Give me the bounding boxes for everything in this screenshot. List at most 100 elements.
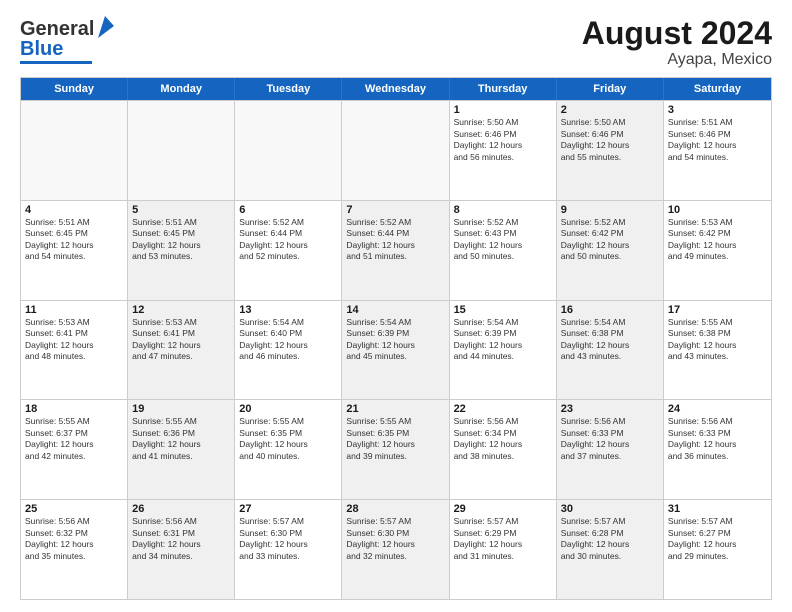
- calendar-row-0: 1Sunrise: 5:50 AM Sunset: 6:46 PM Daylig…: [21, 100, 771, 200]
- calendar-cell-empty-0-1: [128, 101, 235, 200]
- header: General Blue August 2024 Ayapa, Mexico: [20, 16, 772, 69]
- day-number: 2: [561, 104, 659, 116]
- header-cell-monday: Monday: [128, 78, 235, 100]
- calendar-cell-5: 5Sunrise: 5:51 AM Sunset: 6:45 PM Daylig…: [128, 201, 235, 300]
- calendar-cell-13: 13Sunrise: 5:54 AM Sunset: 6:40 PM Dayli…: [235, 301, 342, 400]
- day-info: Sunrise: 5:52 AM Sunset: 6:43 PM Dayligh…: [454, 217, 552, 263]
- day-number: 7: [346, 204, 444, 216]
- day-info: Sunrise: 5:57 AM Sunset: 6:29 PM Dayligh…: [454, 516, 552, 562]
- day-info: Sunrise: 5:57 AM Sunset: 6:30 PM Dayligh…: [239, 516, 337, 562]
- day-number: 31: [668, 503, 767, 515]
- day-info: Sunrise: 5:56 AM Sunset: 6:31 PM Dayligh…: [132, 516, 230, 562]
- calendar: SundayMondayTuesdayWednesdayThursdayFrid…: [20, 77, 772, 600]
- header-cell-thursday: Thursday: [450, 78, 557, 100]
- day-number: 14: [346, 304, 444, 316]
- calendar-cell-17: 17Sunrise: 5:55 AM Sunset: 6:38 PM Dayli…: [664, 301, 771, 400]
- calendar-cell-21: 21Sunrise: 5:55 AM Sunset: 6:35 PM Dayli…: [342, 400, 449, 499]
- calendar-header: SundayMondayTuesdayWednesdayThursdayFrid…: [21, 78, 771, 100]
- day-number: 3: [668, 104, 767, 116]
- day-info: Sunrise: 5:53 AM Sunset: 6:41 PM Dayligh…: [132, 317, 230, 363]
- logo-blue: Blue: [20, 39, 63, 59]
- day-info: Sunrise: 5:52 AM Sunset: 6:44 PM Dayligh…: [239, 217, 337, 263]
- logo: General Blue: [20, 16, 114, 64]
- calendar-cell-26: 26Sunrise: 5:56 AM Sunset: 6:31 PM Dayli…: [128, 500, 235, 599]
- day-info: Sunrise: 5:54 AM Sunset: 6:40 PM Dayligh…: [239, 317, 337, 363]
- day-number: 12: [132, 304, 230, 316]
- day-info: Sunrise: 5:50 AM Sunset: 6:46 PM Dayligh…: [561, 117, 659, 163]
- day-number: 22: [454, 403, 552, 415]
- day-number: 21: [346, 403, 444, 415]
- calendar-cell-2: 2Sunrise: 5:50 AM Sunset: 6:46 PM Daylig…: [557, 101, 664, 200]
- header-cell-wednesday: Wednesday: [342, 78, 449, 100]
- day-number: 4: [25, 204, 123, 216]
- day-number: 16: [561, 304, 659, 316]
- day-info: Sunrise: 5:55 AM Sunset: 6:35 PM Dayligh…: [346, 416, 444, 462]
- calendar-cell-1: 1Sunrise: 5:50 AM Sunset: 6:46 PM Daylig…: [450, 101, 557, 200]
- day-number: 6: [239, 204, 337, 216]
- calendar-cell-empty-0-0: [21, 101, 128, 200]
- day-info: Sunrise: 5:56 AM Sunset: 6:32 PM Dayligh…: [25, 516, 123, 562]
- calendar-cell-10: 10Sunrise: 5:53 AM Sunset: 6:42 PM Dayli…: [664, 201, 771, 300]
- day-info: Sunrise: 5:54 AM Sunset: 6:38 PM Dayligh…: [561, 317, 659, 363]
- day-number: 25: [25, 503, 123, 515]
- day-info: Sunrise: 5:51 AM Sunset: 6:45 PM Dayligh…: [132, 217, 230, 263]
- calendar-cell-27: 27Sunrise: 5:57 AM Sunset: 6:30 PM Dayli…: [235, 500, 342, 599]
- header-cell-sunday: Sunday: [21, 78, 128, 100]
- day-info: Sunrise: 5:57 AM Sunset: 6:27 PM Dayligh…: [668, 516, 767, 562]
- day-info: Sunrise: 5:56 AM Sunset: 6:33 PM Dayligh…: [668, 416, 767, 462]
- calendar-row-2: 11Sunrise: 5:53 AM Sunset: 6:41 PM Dayli…: [21, 300, 771, 400]
- calendar-cell-31: 31Sunrise: 5:57 AM Sunset: 6:27 PM Dayli…: [664, 500, 771, 599]
- day-info: Sunrise: 5:50 AM Sunset: 6:46 PM Dayligh…: [454, 117, 552, 163]
- day-number: 8: [454, 204, 552, 216]
- calendar-cell-22: 22Sunrise: 5:56 AM Sunset: 6:34 PM Dayli…: [450, 400, 557, 499]
- calendar-cell-9: 9Sunrise: 5:52 AM Sunset: 6:42 PM Daylig…: [557, 201, 664, 300]
- calendar-subtitle: Ayapa, Mexico: [582, 51, 772, 69]
- calendar-cell-16: 16Sunrise: 5:54 AM Sunset: 6:38 PM Dayli…: [557, 301, 664, 400]
- calendar-cell-15: 15Sunrise: 5:54 AM Sunset: 6:39 PM Dayli…: [450, 301, 557, 400]
- day-number: 30: [561, 503, 659, 515]
- day-number: 10: [668, 204, 767, 216]
- day-info: Sunrise: 5:54 AM Sunset: 6:39 PM Dayligh…: [454, 317, 552, 363]
- calendar-cell-19: 19Sunrise: 5:55 AM Sunset: 6:36 PM Dayli…: [128, 400, 235, 499]
- page: General Blue August 2024 Ayapa, Mexico S…: [0, 0, 792, 612]
- day-info: Sunrise: 5:53 AM Sunset: 6:42 PM Dayligh…: [668, 217, 767, 263]
- day-info: Sunrise: 5:55 AM Sunset: 6:38 PM Dayligh…: [668, 317, 767, 363]
- day-info: Sunrise: 5:56 AM Sunset: 6:33 PM Dayligh…: [561, 416, 659, 462]
- day-number: 19: [132, 403, 230, 415]
- day-info: Sunrise: 5:51 AM Sunset: 6:45 PM Dayligh…: [25, 217, 123, 263]
- calendar-cell-12: 12Sunrise: 5:53 AM Sunset: 6:41 PM Dayli…: [128, 301, 235, 400]
- calendar-row-1: 4Sunrise: 5:51 AM Sunset: 6:45 PM Daylig…: [21, 200, 771, 300]
- day-number: 9: [561, 204, 659, 216]
- calendar-cell-7: 7Sunrise: 5:52 AM Sunset: 6:44 PM Daylig…: [342, 201, 449, 300]
- calendar-cell-29: 29Sunrise: 5:57 AM Sunset: 6:29 PM Dayli…: [450, 500, 557, 599]
- header-cell-friday: Friday: [557, 78, 664, 100]
- calendar-cell-empty-0-2: [235, 101, 342, 200]
- day-info: Sunrise: 5:56 AM Sunset: 6:34 PM Dayligh…: [454, 416, 552, 462]
- header-cell-saturday: Saturday: [664, 78, 771, 100]
- day-info: Sunrise: 5:53 AM Sunset: 6:41 PM Dayligh…: [25, 317, 123, 363]
- day-info: Sunrise: 5:55 AM Sunset: 6:35 PM Dayligh…: [239, 416, 337, 462]
- title-block: August 2024 Ayapa, Mexico: [582, 16, 772, 69]
- day-info: Sunrise: 5:51 AM Sunset: 6:46 PM Dayligh…: [668, 117, 767, 163]
- calendar-row-3: 18Sunrise: 5:55 AM Sunset: 6:37 PM Dayli…: [21, 399, 771, 499]
- calendar-cell-11: 11Sunrise: 5:53 AM Sunset: 6:41 PM Dayli…: [21, 301, 128, 400]
- day-number: 20: [239, 403, 337, 415]
- day-number: 27: [239, 503, 337, 515]
- calendar-cell-23: 23Sunrise: 5:56 AM Sunset: 6:33 PM Dayli…: [557, 400, 664, 499]
- day-info: Sunrise: 5:52 AM Sunset: 6:44 PM Dayligh…: [346, 217, 444, 263]
- calendar-row-4: 25Sunrise: 5:56 AM Sunset: 6:32 PM Dayli…: [21, 499, 771, 599]
- day-number: 11: [25, 304, 123, 316]
- calendar-cell-20: 20Sunrise: 5:55 AM Sunset: 6:35 PM Dayli…: [235, 400, 342, 499]
- day-info: Sunrise: 5:55 AM Sunset: 6:37 PM Dayligh…: [25, 416, 123, 462]
- calendar-title: August 2024: [582, 16, 772, 51]
- day-number: 18: [25, 403, 123, 415]
- day-number: 29: [454, 503, 552, 515]
- day-number: 17: [668, 304, 767, 316]
- calendar-cell-30: 30Sunrise: 5:57 AM Sunset: 6:28 PM Dayli…: [557, 500, 664, 599]
- header-cell-tuesday: Tuesday: [235, 78, 342, 100]
- day-number: 26: [132, 503, 230, 515]
- calendar-body: 1Sunrise: 5:50 AM Sunset: 6:46 PM Daylig…: [21, 100, 771, 599]
- calendar-cell-8: 8Sunrise: 5:52 AM Sunset: 6:43 PM Daylig…: [450, 201, 557, 300]
- calendar-cell-28: 28Sunrise: 5:57 AM Sunset: 6:30 PM Dayli…: [342, 500, 449, 599]
- day-info: Sunrise: 5:57 AM Sunset: 6:28 PM Dayligh…: [561, 516, 659, 562]
